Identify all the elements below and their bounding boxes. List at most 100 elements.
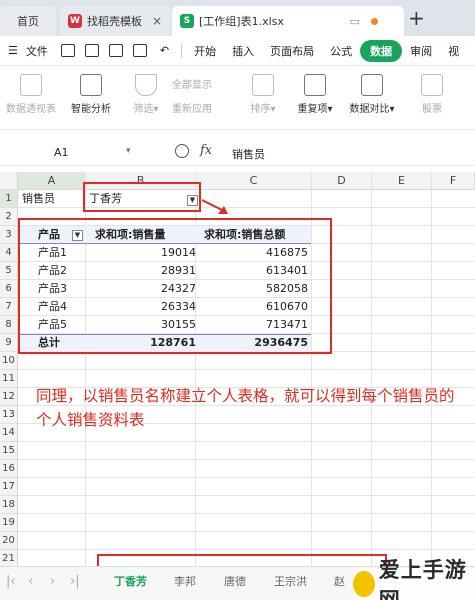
row-header[interactable]: 7 — [0, 298, 18, 316]
filter-label-cell[interactable]: 销售员 — [22, 190, 84, 208]
menu-data[interactable]: 数据 — [360, 39, 403, 62]
show-all-label: 全部显示 — [172, 80, 212, 91]
select-all-corner[interactable] — [0, 172, 18, 190]
sheet-tab-1[interactable]: 丁香芳 — [114, 573, 147, 589]
spreadsheet-icon: S — [180, 14, 194, 28]
tab-home-label: 首页 — [17, 15, 39, 28]
zoom-icon[interactable] — [175, 144, 189, 158]
menu-formula[interactable]: 公式 — [322, 43, 360, 59]
column-header[interactable]: F — [432, 172, 475, 190]
sheet-tab-3[interactable]: 唐德 — [224, 573, 246, 589]
column-header[interactable]: D — [312, 172, 372, 190]
last-sheet-icon[interactable]: ›| — [70, 574, 80, 589]
menu-insert[interactable]: 插入 — [224, 43, 262, 59]
row-header[interactable]: 8 — [0, 316, 18, 334]
tab-template-label: 找稻壳模板 — [87, 15, 142, 28]
tab-template[interactable]: W 找稻壳模板 × — [60, 6, 170, 36]
data-compare-button[interactable]: 数据对比▾ — [344, 74, 400, 124]
show-all-button[interactable]: 全部显示 — [172, 76, 242, 91]
row-header[interactable]: 14 — [0, 424, 18, 442]
sort-button[interactable]: 排序▾ — [244, 74, 282, 124]
menu-review[interactable]: 审阅 — [402, 43, 440, 59]
annotation-note: 同理，以销售员名称建立个人表格，就可以得到每个销售员的个人销售资料表 — [36, 387, 455, 429]
row-header[interactable]: 2 — [0, 208, 18, 226]
row-header[interactable]: 15 — [0, 442, 18, 460]
name-box[interactable]: A1 — [54, 146, 69, 159]
smart-analysis-button[interactable]: 智能分析 — [66, 74, 116, 124]
preview-icon[interactable] — [132, 44, 147, 57]
first-sheet-icon[interactable]: |‹ — [6, 574, 16, 589]
row-header[interactable]: 19 — [0, 514, 18, 532]
formula-input[interactable]: 销售员 — [232, 146, 265, 162]
sheet-tab-2[interactable]: 李邦 — [174, 573, 196, 589]
window-tab-bar: 首页 W 找稻壳模板 × S [工作组]表1.xlsx ▭ + — [0, 0, 475, 36]
export-icon[interactable] — [84, 44, 99, 57]
menu-page-layout[interactable]: 页面布局 — [262, 43, 322, 59]
menu-bar: ☰ 文件 ↶ 开始 插入 页面布局 公式 数据 审阅 视 — [0, 36, 475, 66]
next-sheet-icon[interactable]: › — [50, 574, 55, 589]
undo-icon[interactable]: ↶ — [152, 44, 177, 57]
watermark: 爱上手游网 — [353, 558, 475, 600]
ribbon: 数据透视表 智能分析 筛选▾ 全部显示 重新应用 排序▾ 重复项▾ 数据对比▾ … — [0, 66, 475, 130]
prev-sheet-icon[interactable]: ‹ — [28, 574, 33, 589]
data-compare-icon — [361, 74, 383, 96]
row-header[interactable]: 12 — [0, 388, 18, 406]
tab-home[interactable]: 首页 — [0, 6, 56, 36]
data-compare-label: 数据对比 — [349, 104, 390, 115]
sort-icon — [252, 74, 274, 96]
annotation-pivot-box — [18, 218, 332, 354]
new-tab-icon[interactable]: + — [408, 6, 425, 30]
row-header[interactable]: 18 — [0, 496, 18, 514]
hamburger-icon[interactable]: ☰ — [0, 44, 26, 57]
row-header[interactable]: 4 — [0, 244, 18, 262]
close-icon[interactable]: × — [152, 14, 162, 28]
row-header[interactable]: 5 — [0, 262, 18, 280]
chevron-down-icon[interactable]: ▾ — [126, 146, 131, 156]
grid-line — [371, 172, 372, 566]
grid-line — [18, 441, 475, 442]
duplicates-icon — [304, 74, 326, 96]
row-header[interactable]: 1 — [0, 190, 18, 208]
filter-label: 筛选 — [133, 104, 154, 115]
smart-analysis-icon — [80, 74, 102, 96]
unsaved-dot-icon — [371, 18, 378, 25]
column-header[interactable]: A — [18, 172, 86, 190]
sheet-tab-4[interactable]: 王宗洪 — [274, 573, 307, 589]
pivot-table-button[interactable]: 数据透视表 — [2, 74, 60, 124]
row-header[interactable]: 13 — [0, 406, 18, 424]
row-header[interactable]: 10 — [0, 352, 18, 370]
menu-view[interactable]: 视 — [440, 43, 467, 59]
divider — [181, 43, 183, 58]
row-header[interactable]: 17 — [0, 478, 18, 496]
fx-icon[interactable]: fx — [200, 143, 212, 158]
column-header[interactable]: E — [372, 172, 432, 190]
column-header[interactable]: C — [196, 172, 312, 190]
tab-workbook[interactable]: S [工作组]表1.xlsx ▭ — [172, 6, 404, 36]
spreadsheet-app: 首页 W 找稻壳模板 × S [工作组]表1.xlsx ▭ + ☰ 文件 ↶ 开… — [0, 0, 475, 600]
pivot-table-label: 数据透视表 — [6, 104, 56, 115]
stock-button[interactable]: 股票 — [412, 74, 452, 124]
monitor-icon[interactable]: ▭ — [350, 15, 360, 28]
duplicates-button[interactable]: 重复项▾ — [292, 74, 338, 124]
grid-line — [18, 549, 475, 550]
watermark-logo-icon — [353, 571, 375, 597]
grid-line — [18, 369, 475, 370]
row-header[interactable]: 9 — [0, 334, 18, 352]
annotation-arrow-icon — [201, 199, 228, 214]
row-header[interactable]: 11 — [0, 370, 18, 388]
row-header[interactable]: 16 — [0, 460, 18, 478]
reapply-button[interactable]: 重新应用 — [172, 100, 242, 115]
row-header[interactable]: 6 — [0, 280, 18, 298]
menu-file[interactable]: 文件 — [26, 43, 56, 59]
row-header[interactable]: 3 — [0, 226, 18, 244]
save-icon[interactable] — [60, 44, 75, 57]
grid-line — [18, 513, 475, 514]
row-header[interactable]: 20 — [0, 532, 18, 550]
wps-logo-icon: W — [68, 14, 82, 28]
print-icon[interactable] — [108, 44, 123, 57]
stock-chart-icon — [421, 74, 443, 96]
grid-line — [18, 531, 475, 532]
menu-start[interactable]: 开始 — [186, 43, 224, 59]
filter-button[interactable]: 筛选▾ — [124, 74, 168, 124]
sheet-tab-5[interactable]: 赵 — [334, 573, 345, 589]
